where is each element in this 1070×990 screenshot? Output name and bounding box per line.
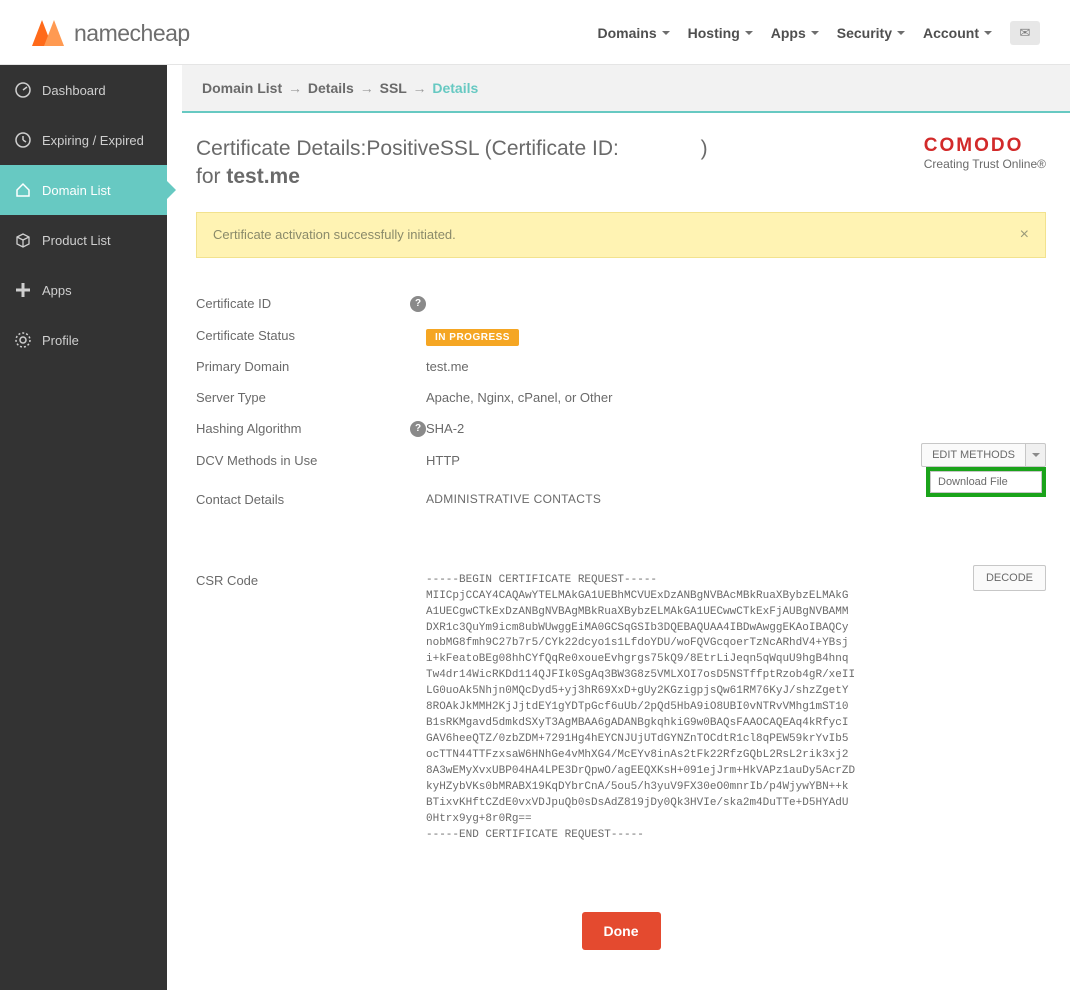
gear-icon (14, 331, 32, 349)
sidebar-item-apps[interactable]: Apps (0, 265, 167, 315)
breadcrumb-item[interactable]: Domain List (202, 80, 282, 96)
chevron-down-icon (984, 31, 992, 35)
field-hashing-algorithm: Hashing Algorithm? SHA-2 (196, 413, 1046, 445)
edit-methods-group: EDIT METHODS Download File (921, 443, 1046, 467)
sidebar-item-expiring[interactable]: Expiring / Expired (0, 115, 167, 165)
sidebar-item-label: Expiring / Expired (42, 133, 144, 148)
sidebar: Dashboard Expiring / Expired Domain List… (0, 65, 167, 990)
decode-button[interactable]: DECODE (973, 565, 1046, 591)
nav-account[interactable]: Account (923, 25, 992, 41)
alert-success: Certificate activation successfully init… (196, 212, 1046, 258)
chevron-down-icon (1032, 453, 1040, 457)
sidebar-item-label: Apps (42, 283, 72, 298)
arrow-icon: → (288, 80, 302, 96)
mail-button[interactable]: ✉ (1010, 21, 1040, 45)
arrow-icon: → (412, 80, 426, 96)
download-file-popover: Download File (926, 467, 1046, 497)
top-nav: Domains Hosting Apps Security Account ✉ (598, 21, 1040, 45)
chevron-down-icon (745, 31, 753, 35)
nav-apps[interactable]: Apps (771, 25, 819, 41)
field-value: test.me (426, 359, 1046, 374)
sidebar-item-label: Product List (42, 233, 111, 248)
plus-icon (14, 281, 32, 299)
breadcrumb-item[interactable]: SSL (380, 80, 407, 96)
arrow-icon: → (360, 80, 374, 96)
done-button[interactable]: Done (582, 912, 661, 950)
field-certificate-status: Certificate Status IN PROGRESS (196, 320, 1046, 351)
logo[interactable]: namecheap (30, 18, 190, 48)
box-icon (14, 231, 32, 249)
title-row: Certificate Details:PositiveSSL (Certifi… (196, 135, 1046, 192)
field-dcv-methods: DCV Methods in Use HTTP EDIT METHODS Dow… (196, 445, 1046, 476)
edit-methods-button[interactable]: EDIT METHODS (921, 443, 1026, 467)
field-server-type: Server Type Apache, Nginx, cPanel, or Ot… (196, 382, 1046, 413)
clock-icon (14, 131, 32, 149)
field-contact-details: Contact Details ADMINISTRATIVE CONTACTS (196, 484, 1046, 515)
help-icon[interactable]: ? (410, 421, 426, 437)
vendor-badge: COMODO Creating Trust Online® (924, 135, 1046, 171)
title-domain: test.me (226, 165, 300, 188)
done-row: Done (196, 912, 1046, 950)
home-icon (14, 181, 32, 199)
logo-icon (30, 18, 66, 48)
vendor-brand: COMODO (924, 135, 1046, 157)
breadcrumb-current: Details (432, 80, 478, 96)
logo-text: namecheap (74, 20, 190, 47)
fields: Certificate ID? Certificate Status IN PR… (196, 288, 1046, 852)
status-badge: IN PROGRESS (426, 329, 519, 346)
sidebar-item-dashboard[interactable]: Dashboard (0, 65, 167, 115)
mail-icon: ✉ (1020, 25, 1031, 41)
field-primary-domain: Primary Domain test.me (196, 351, 1046, 382)
field-certificate-id: Certificate ID? (196, 288, 1046, 320)
vendor-tagline: Creating Trust Online® (924, 157, 1046, 171)
help-icon[interactable]: ? (410, 296, 426, 312)
chevron-down-icon (897, 31, 905, 35)
nav-domains[interactable]: Domains (598, 25, 670, 41)
sidebar-item-product-list[interactable]: Product List (0, 215, 167, 265)
download-file-link[interactable]: Download File (930, 471, 1042, 493)
main: Domain List → Details → SSL → Details Ce… (167, 65, 1070, 990)
field-value: SHA-2 (426, 421, 1046, 436)
nav-hosting[interactable]: Hosting (688, 25, 753, 41)
chevron-down-icon (811, 31, 819, 35)
chevron-down-icon (662, 31, 670, 35)
breadcrumb-item[interactable]: Details (308, 80, 354, 96)
alert-text: Certificate activation successfully init… (213, 227, 456, 242)
field-csr-code: CSR Code -----BEGIN CERTIFICATE REQUEST-… (196, 565, 1046, 852)
sidebar-item-profile[interactable]: Profile (0, 315, 167, 365)
csr-code-block: -----BEGIN CERTIFICATE REQUEST----- MIIC… (426, 573, 1046, 844)
sidebar-item-label: Profile (42, 333, 79, 348)
edit-methods-dropdown[interactable] (1026, 443, 1046, 467)
breadcrumb: Domain List → Details → SSL → Details (182, 65, 1070, 113)
header: namecheap Domains Hosting Apps Security … (0, 0, 1070, 65)
nav-security[interactable]: Security (837, 25, 905, 41)
field-value: Apache, Nginx, cPanel, or Other (426, 390, 1046, 405)
sidebar-item-label: Domain List (42, 183, 111, 198)
gauge-icon (14, 81, 32, 99)
close-icon[interactable]: × (1020, 226, 1029, 244)
sidebar-item-label: Dashboard (42, 83, 106, 98)
sidebar-item-domain-list[interactable]: Domain List (0, 165, 167, 215)
page-title: Certificate Details:PositiveSSL (Certifi… (196, 135, 708, 192)
